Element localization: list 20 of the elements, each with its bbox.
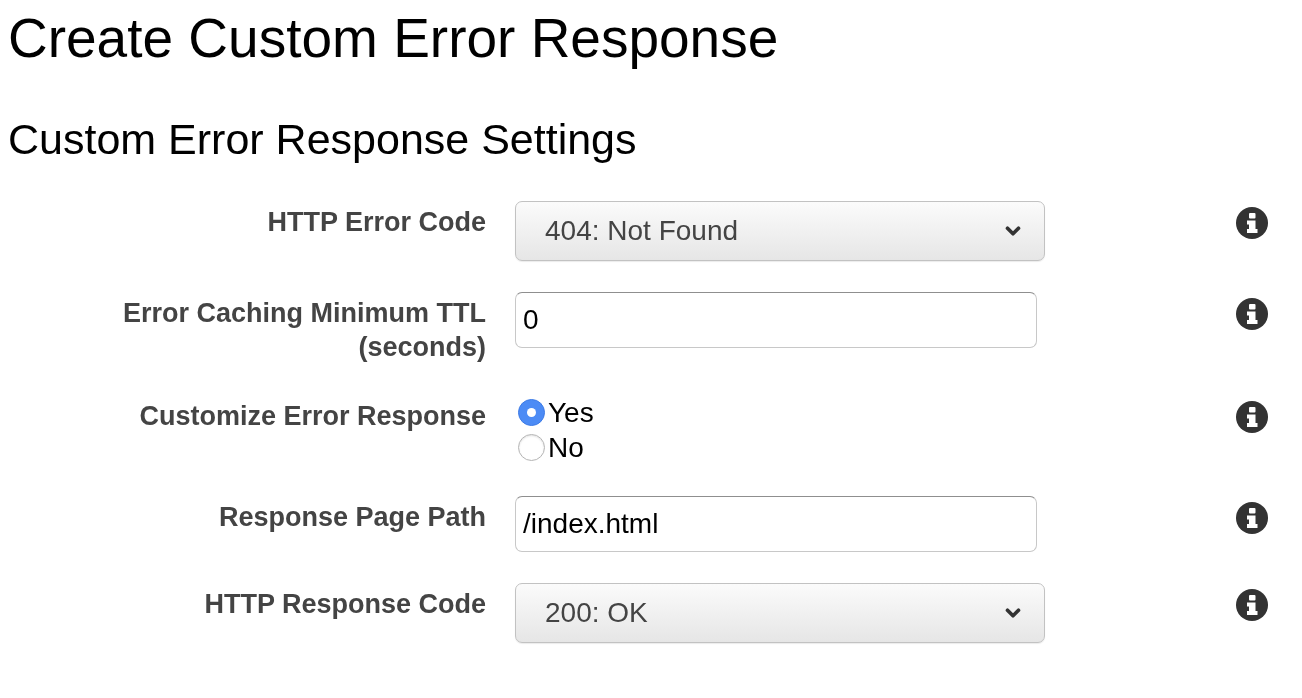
radio-button[interactable] bbox=[518, 399, 545, 426]
dropdown[interactable]: 200: OK bbox=[515, 583, 1045, 643]
section-title: Custom Error Response Settings bbox=[8, 114, 637, 165]
info-icon[interactable] bbox=[1236, 589, 1268, 621]
input-field[interactable]: /index.html bbox=[515, 496, 1037, 552]
field-label: HTTP Error Code bbox=[267, 206, 486, 239]
info-icon[interactable] bbox=[1236, 502, 1268, 534]
info-icon[interactable] bbox=[1236, 401, 1268, 433]
field-label: Customize Error Response bbox=[139, 400, 486, 433]
radio-label[interactable]: Yes bbox=[548, 395, 594, 430]
info-icon[interactable] bbox=[1236, 207, 1268, 239]
info-icon[interactable] bbox=[1236, 298, 1268, 330]
dropdown[interactable]: 404: Not Found bbox=[515, 201, 1045, 261]
input-field[interactable]: 0 bbox=[515, 292, 1037, 348]
field-label: Error Caching Minimum TTL (seconds) bbox=[122, 297, 486, 364]
field-label: HTTP Response Code bbox=[204, 588, 486, 621]
field-label: Response Page Path bbox=[218, 501, 486, 534]
page-title: Create Custom Error Response bbox=[8, 6, 779, 70]
radio-button[interactable] bbox=[518, 434, 545, 461]
radio-label[interactable]: No bbox=[548, 430, 584, 465]
